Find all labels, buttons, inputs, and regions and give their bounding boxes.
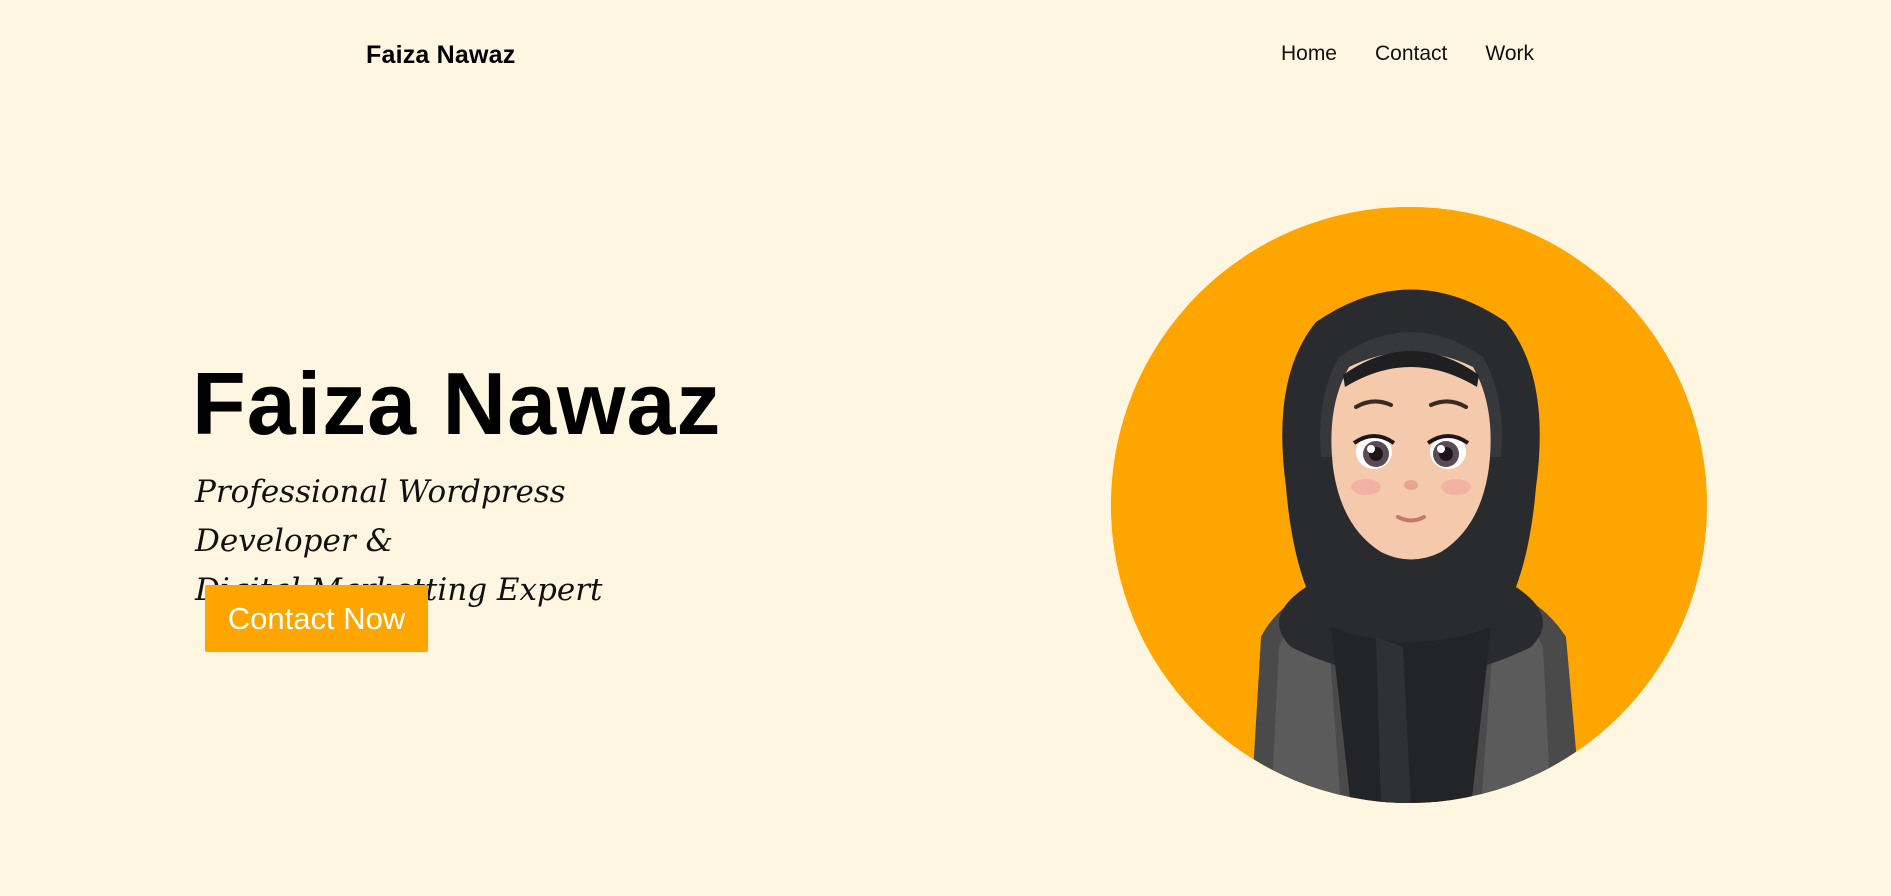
hero-title: Faiza Nawaz	[192, 354, 722, 453]
avatar-illustration	[1111, 207, 1707, 803]
hero-subtitle-line-1: Professional Wordpress Developer &	[195, 474, 566, 559]
nav-link-home[interactable]: Home	[1281, 40, 1337, 68]
nav-link-contact[interactable]: Contact	[1375, 40, 1447, 68]
site-logo-text[interactable]: Faiza Nawaz	[366, 39, 515, 71]
main-nav: Home Contact Work	[1281, 40, 1534, 68]
avatar-image	[1111, 207, 1707, 803]
nav-link-work[interactable]: Work	[1485, 40, 1534, 68]
page: Faiza Nawaz Home Contact Work Faiza Nawa…	[0, 0, 1891, 896]
contact-now-button[interactable]: Contact Now	[205, 585, 428, 652]
